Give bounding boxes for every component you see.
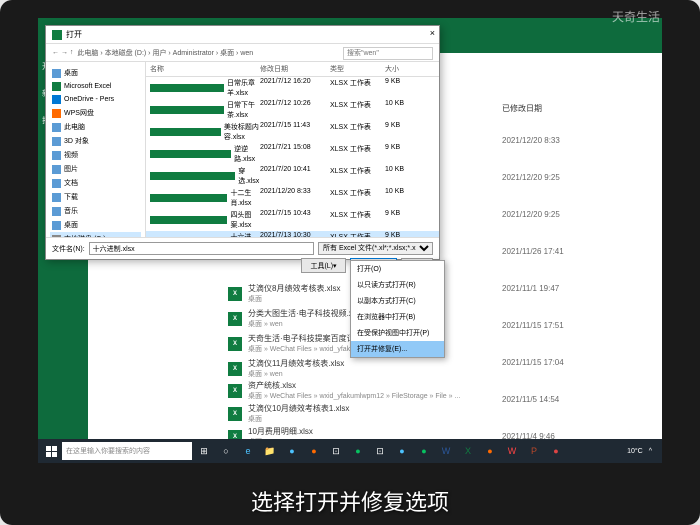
sidebar-item[interactable]: 桌面 bbox=[50, 218, 141, 232]
explorer-icon[interactable]: 📁 bbox=[260, 441, 280, 461]
dd-open-browser[interactable]: 在浏览器中打开(B) bbox=[351, 309, 444, 325]
file-columns: 名称 修改日期 类型 大小 bbox=[146, 62, 439, 77]
system-tray[interactable]: 10°C ^ bbox=[627, 448, 658, 455]
wechat-icon[interactable]: ● bbox=[348, 441, 368, 461]
file-row[interactable]: 四头图案.xlsx2021/7/15 10:43XLSX 工作表9 KB bbox=[146, 209, 439, 231]
recent-dates: 已修改日期 2021/12/20 8:33 2021/12/20 9:25 20… bbox=[502, 103, 602, 463]
open-dropdown-menu: 打开(O) 以只读方式打开(R) 以副本方式打开(C) 在浏览器中打开(B) 在… bbox=[350, 260, 445, 358]
excel-icon: X bbox=[228, 384, 242, 398]
filename-input[interactable] bbox=[89, 242, 314, 255]
sidebar-item[interactable]: 本地磁盘 (C:) bbox=[50, 232, 141, 237]
recent-file[interactable]: X艾滴仪8月绩效考核表.xlsx桌面 bbox=[228, 283, 340, 304]
app-icon[interactable]: ● bbox=[546, 441, 566, 461]
file-row[interactable]: 日常下午茶.xlsx2021/7/12 10:26XLSX 工作表10 KB bbox=[146, 99, 439, 121]
taskbar-search[interactable]: 在这里输入你要搜索的内容 bbox=[62, 442, 192, 460]
sidebar-item[interactable]: 此电脑 bbox=[50, 120, 141, 134]
app-icon[interactable]: ● bbox=[414, 441, 434, 461]
excel-icon: X bbox=[228, 337, 242, 351]
dd-open-repair[interactable]: 打开并修复(E)... bbox=[351, 341, 444, 357]
sidebar-item[interactable]: 视频 bbox=[50, 148, 141, 162]
sidebar-item[interactable]: 桌面 bbox=[50, 66, 141, 80]
video-subtitle: 选择打开并修复选项 bbox=[0, 485, 700, 517]
sidebar-item[interactable]: 下载 bbox=[50, 190, 141, 204]
recent-file[interactable]: X艾滴仪11月绩效考核表.xlsx桌面 » wen bbox=[228, 358, 344, 379]
app-icon[interactable]: ⊡ bbox=[370, 441, 390, 461]
weather[interactable]: 10°C bbox=[627, 448, 643, 455]
recent-file[interactable]: X分类大图生活·电子科技视频.xlsx桌面 » wen bbox=[228, 308, 363, 329]
edge-icon[interactable]: e bbox=[238, 441, 258, 461]
excel-icon: X bbox=[228, 312, 242, 326]
recent-file[interactable]: X艾滴仪10月绩效考核表1.xlsx桌面 bbox=[228, 403, 349, 424]
screen: 开始 新建 打开 已修改日期 2021/12/20 8:33 2021/12/2… bbox=[38, 18, 662, 463]
file-row[interactable]: 穿选.xlsx2021/7/20 10:41XLSX 工作表10 KB bbox=[146, 165, 439, 187]
close-button[interactable]: × bbox=[430, 28, 435, 38]
sidebar-item[interactable]: 文档 bbox=[50, 176, 141, 190]
sidebar-item[interactable]: 音乐 bbox=[50, 204, 141, 218]
app-icon[interactable]: ● bbox=[282, 441, 302, 461]
excel-icon: X bbox=[228, 407, 242, 421]
file-row[interactable]: 十六进制.xlsx2021/7/13 10:30XLSX 工作表9 KB bbox=[146, 231, 439, 237]
app-icon[interactable]: ● bbox=[480, 441, 500, 461]
filter-select[interactable]: 所有 Excel 文件(*.xl*;*.xlsx;*.xl bbox=[318, 242, 433, 255]
sidebar-item[interactable]: OneDrive - Pers bbox=[50, 93, 141, 106]
app-icon[interactable]: P bbox=[524, 441, 544, 461]
breadcrumb[interactable]: 此电脑 › 本地磁盘 (D:) › 用户 › Administrator › 桌… bbox=[77, 48, 253, 58]
sidebar-item[interactable]: WPS网盘 bbox=[50, 106, 141, 120]
dd-open-copy[interactable]: 以副本方式打开(C) bbox=[351, 293, 444, 309]
excel-icon bbox=[52, 30, 62, 40]
recent-file[interactable]: X资产统核.xlsx桌面 » WeChat Files » wxid_yfaku… bbox=[228, 380, 460, 401]
app-icon[interactable]: ● bbox=[392, 441, 412, 461]
sidebar-item[interactable]: Microsoft Excel bbox=[50, 80, 141, 93]
dd-open[interactable]: 打开(O) bbox=[351, 261, 444, 277]
app-icon[interactable]: W bbox=[436, 441, 456, 461]
dialog-titlebar: 打开 × bbox=[46, 26, 439, 44]
date-header: 已修改日期 bbox=[502, 103, 602, 114]
tray-chevron-icon[interactable]: ^ bbox=[649, 448, 652, 455]
windows-icon bbox=[46, 446, 57, 457]
filename-label: 文件名(N): bbox=[52, 244, 85, 254]
search-input[interactable] bbox=[343, 47, 433, 60]
app-icon[interactable]: ⊡ bbox=[326, 441, 346, 461]
cortana-icon[interactable]: ○ bbox=[216, 441, 236, 461]
dialog-title: 打开 bbox=[66, 29, 82, 40]
file-list: 名称 修改日期 类型 大小 日常乐章羊.xlsx2021/7/12 16:20X… bbox=[146, 62, 439, 237]
taskbar: 在这里输入你要搜索的内容 ⊞ ○ e 📁 ● ● ⊡ ● ⊡ ● ● W X ●… bbox=[38, 439, 662, 463]
task-view-icon[interactable]: ⊞ bbox=[194, 441, 214, 461]
file-row[interactable]: 逆逆路.xlsx2021/7/21 15:08XLSX 工作表9 KB bbox=[146, 143, 439, 165]
sidebar-item[interactable]: 3D 对象 bbox=[50, 134, 141, 148]
sidebar-item[interactable]: 图片 bbox=[50, 162, 141, 176]
tablet-frame: 天奇生活 开始 新建 打开 已修改日期 2021/12/20 8:33 2021… bbox=[0, 0, 700, 525]
dd-open-readonly[interactable]: 以只读方式打开(R) bbox=[351, 277, 444, 293]
file-row[interactable]: 日常乐章羊.xlsx2021/7/12 16:20XLSX 工作表9 KB bbox=[146, 77, 439, 99]
dialog-sidebar: 桌面Microsoft ExcelOneDrive - PersWPS网盘此电脑… bbox=[46, 62, 146, 237]
file-row[interactable]: 十二生肖.xlsx2021/12/20 8:33XLSX 工作表10 KB bbox=[146, 187, 439, 209]
excel-taskbar-icon[interactable]: X bbox=[458, 441, 478, 461]
tools-button[interactable]: 工具(L) ▾ bbox=[301, 258, 345, 273]
start-button[interactable] bbox=[42, 442, 60, 460]
file-open-dialog: 打开 × ← → ↑ 此电脑 › 本地磁盘 (D:) › 用户 › Admini… bbox=[45, 25, 440, 260]
app-icon[interactable]: W bbox=[502, 441, 522, 461]
watermark: 天奇生活 bbox=[612, 8, 660, 25]
file-row[interactable]: 美妆标题内容.xlsx2021/7/15 11:43XLSX 工作表9 KB bbox=[146, 121, 439, 143]
dd-open-protected[interactable]: 在受保护视图中打开(P) bbox=[351, 325, 444, 341]
excel-icon: X bbox=[228, 362, 242, 376]
app-icon[interactable]: ● bbox=[304, 441, 324, 461]
excel-icon: X bbox=[228, 287, 242, 301]
dialog-body: 桌面Microsoft ExcelOneDrive - PersWPS网盘此电脑… bbox=[46, 62, 439, 237]
